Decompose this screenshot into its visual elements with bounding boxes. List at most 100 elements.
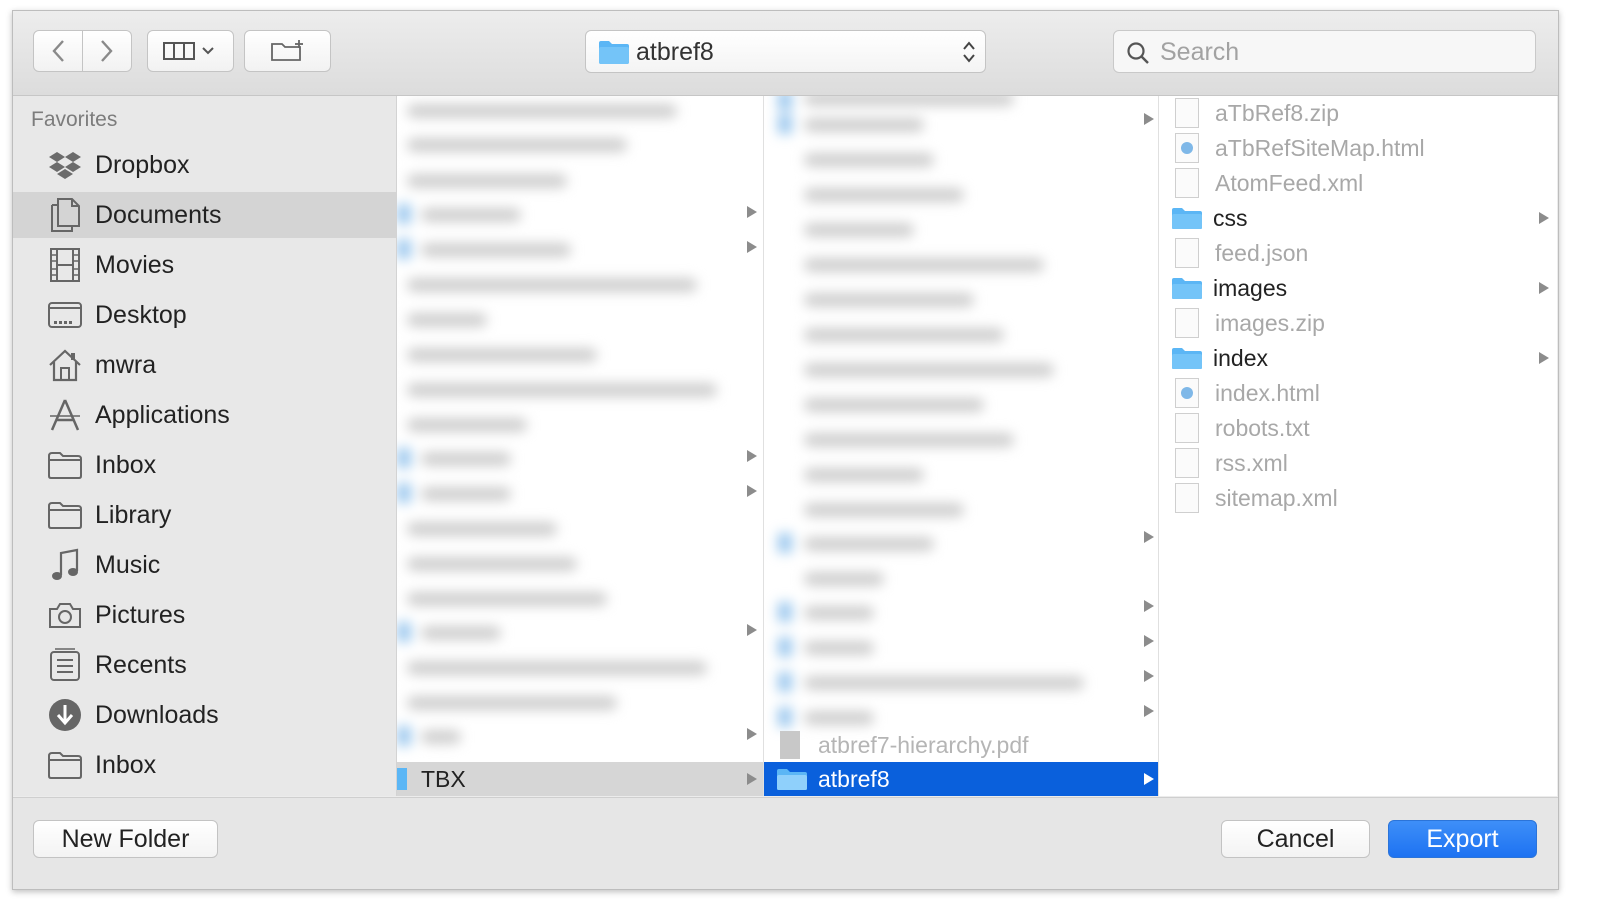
browser-column-1[interactable]: TBX	[397, 96, 764, 796]
path-popup[interactable]: atbref8	[585, 30, 986, 73]
disclosure-arrow-icon	[1144, 635, 1154, 647]
zip-file-icon	[1175, 308, 1199, 338]
folder-icon	[777, 769, 807, 790]
toolbar: atbref8	[13, 11, 1558, 96]
sidebar-item-label: Applications	[95, 400, 230, 429]
export-button[interactable]: Export	[1388, 820, 1537, 858]
list-item[interactable]: robots.txt	[1159, 411, 1557, 445]
sidebar-item-label: Inbox	[95, 750, 157, 779]
sidebar-item-label: Desktop	[95, 300, 187, 329]
list-item[interactable]: index	[1159, 341, 1557, 375]
view-options-button[interactable]	[147, 30, 234, 72]
folder-icon	[1172, 348, 1202, 369]
sidebar-item-pictures[interactable]: Pictures	[13, 592, 396, 638]
path-popup-label: atbref8	[636, 38, 714, 66]
folder-icon	[1172, 208, 1202, 229]
disclosure-arrow-icon	[1539, 212, 1549, 224]
search-field[interactable]	[1113, 30, 1536, 73]
disclosure-arrow-icon	[747, 485, 757, 497]
new-folder-button[interactable]: New Folder	[33, 820, 218, 858]
list-item[interactable]: css	[1159, 201, 1557, 235]
list-item-label: robots.txt	[1215, 414, 1310, 441]
list-item[interactable]: aTbRef8.zip	[1159, 96, 1557, 130]
sidebar-item-label: Pictures	[95, 600, 186, 629]
list-item[interactable]: images	[1159, 271, 1557, 305]
disclosure-arrow-icon	[1539, 282, 1549, 294]
sidebar-item-documents[interactable]: Documents	[13, 192, 396, 238]
sidebar-item-recents[interactable]: Recents	[13, 642, 396, 688]
sidebar-item-inbox-2[interactable]: Inbox	[13, 742, 396, 788]
sidebar-item-dropbox[interactable]: Dropbox	[13, 142, 396, 188]
list-item[interactable]: sitemap.xml	[1159, 481, 1557, 515]
list-item[interactable]: feed.json	[1159, 236, 1557, 270]
columns-view-icon	[162, 42, 214, 60]
new-folder-icon	[270, 40, 303, 61]
disclosure-arrow-icon	[747, 773, 757, 785]
list-item-label: feed.json	[1215, 239, 1309, 266]
sidebar-item-label: Inbox	[95, 450, 157, 479]
sidebar-item-music[interactable]: Music	[13, 542, 396, 588]
camera-icon	[47, 597, 83, 633]
sidebar-item-inbox[interactable]: Inbox	[13, 442, 396, 488]
list-item-label: atbref8	[818, 765, 890, 792]
applications-icon	[47, 397, 83, 433]
disclosure-arrow-icon	[1144, 773, 1154, 785]
folder-icon	[47, 447, 83, 483]
list-item-tbx[interactable]: TBX	[397, 762, 763, 796]
disclosure-arrow-icon	[747, 206, 757, 218]
list-item-label: atbref7-hierarchy.pdf	[818, 731, 1029, 758]
disclosure-arrow-icon	[1144, 705, 1154, 717]
new-folder-toolbar-button[interactable]	[244, 30, 331, 72]
chevron-left-icon	[52, 40, 64, 62]
list-item-atbref8[interactable]: atbref8	[764, 762, 1158, 796]
sidebar-item-downloads[interactable]: Downloads	[13, 692, 396, 738]
list-item-label: rss.xml	[1215, 449, 1288, 476]
disclosure-arrow-icon	[1539, 352, 1549, 364]
disclosure-arrow-icon	[1144, 531, 1154, 543]
back-button[interactable]	[33, 30, 83, 72]
dropbox-icon	[47, 147, 83, 183]
sidebar-item-label: Recents	[95, 650, 187, 679]
sidebar-item-label: Downloads	[95, 700, 219, 729]
folder-icon	[1172, 278, 1202, 299]
sidebar-item-library[interactable]: Library	[13, 492, 396, 538]
list-item-pdf[interactable]: atbref7-hierarchy.pdf	[764, 728, 1158, 762]
list-item[interactable]: AtomFeed.xml	[1159, 166, 1557, 200]
list-item[interactable]: images.zip	[1159, 306, 1557, 340]
sidebar-item-applications[interactable]: Applications	[13, 392, 396, 438]
list-item[interactable]: rss.xml	[1159, 446, 1557, 480]
text-file-icon	[1175, 413, 1199, 443]
list-item-label: images.zip	[1215, 309, 1325, 336]
list-item-label: index	[1213, 344, 1268, 371]
disclosure-arrow-icon	[1144, 113, 1154, 125]
sidebar-header: Favorites	[31, 108, 118, 131]
folder-icon	[47, 497, 83, 533]
sidebar-item-label: mwra	[95, 350, 157, 379]
forward-button[interactable]	[82, 30, 132, 72]
disclosure-arrow-icon	[1144, 670, 1154, 682]
browser-column-3[interactable]: aTbRef8.zip aTbRefSiteMap.html AtomFeed.…	[1159, 96, 1557, 796]
list-item-label: AtomFeed.xml	[1215, 169, 1364, 196]
search-icon	[1127, 42, 1149, 64]
html-file-icon	[1175, 133, 1199, 163]
list-item[interactable]: aTbRefSiteMap.html	[1159, 131, 1557, 165]
film-icon	[47, 247, 83, 283]
music-note-icon	[47, 547, 83, 583]
list-item-label: sitemap.xml	[1215, 484, 1338, 511]
sidebar: Favorites Dropbox Documents Movies Deskt…	[13, 96, 397, 796]
browser-column-2[interactable]: atbref7-hierarchy.pdf atbref8	[764, 96, 1159, 796]
home-icon	[47, 347, 83, 383]
documents-icon	[47, 197, 83, 233]
search-input[interactable]	[1158, 36, 1522, 68]
list-item-label: images	[1213, 274, 1288, 301]
sidebar-item-movies[interactable]: Movies	[13, 242, 396, 288]
recents-icon	[47, 647, 83, 683]
save-dialog: atbref8 Favorites Dropbox	[12, 10, 1559, 890]
file-icon	[1175, 448, 1199, 478]
cancel-button[interactable]: Cancel	[1221, 820, 1370, 858]
sidebar-item-desktop[interactable]: Desktop	[13, 292, 396, 338]
list-item-label: aTbRef8.zip	[1215, 99, 1340, 126]
sidebar-item-label: Movies	[95, 250, 175, 279]
list-item[interactable]: index.html	[1159, 376, 1557, 410]
sidebar-item-home[interactable]: mwra	[13, 342, 396, 388]
